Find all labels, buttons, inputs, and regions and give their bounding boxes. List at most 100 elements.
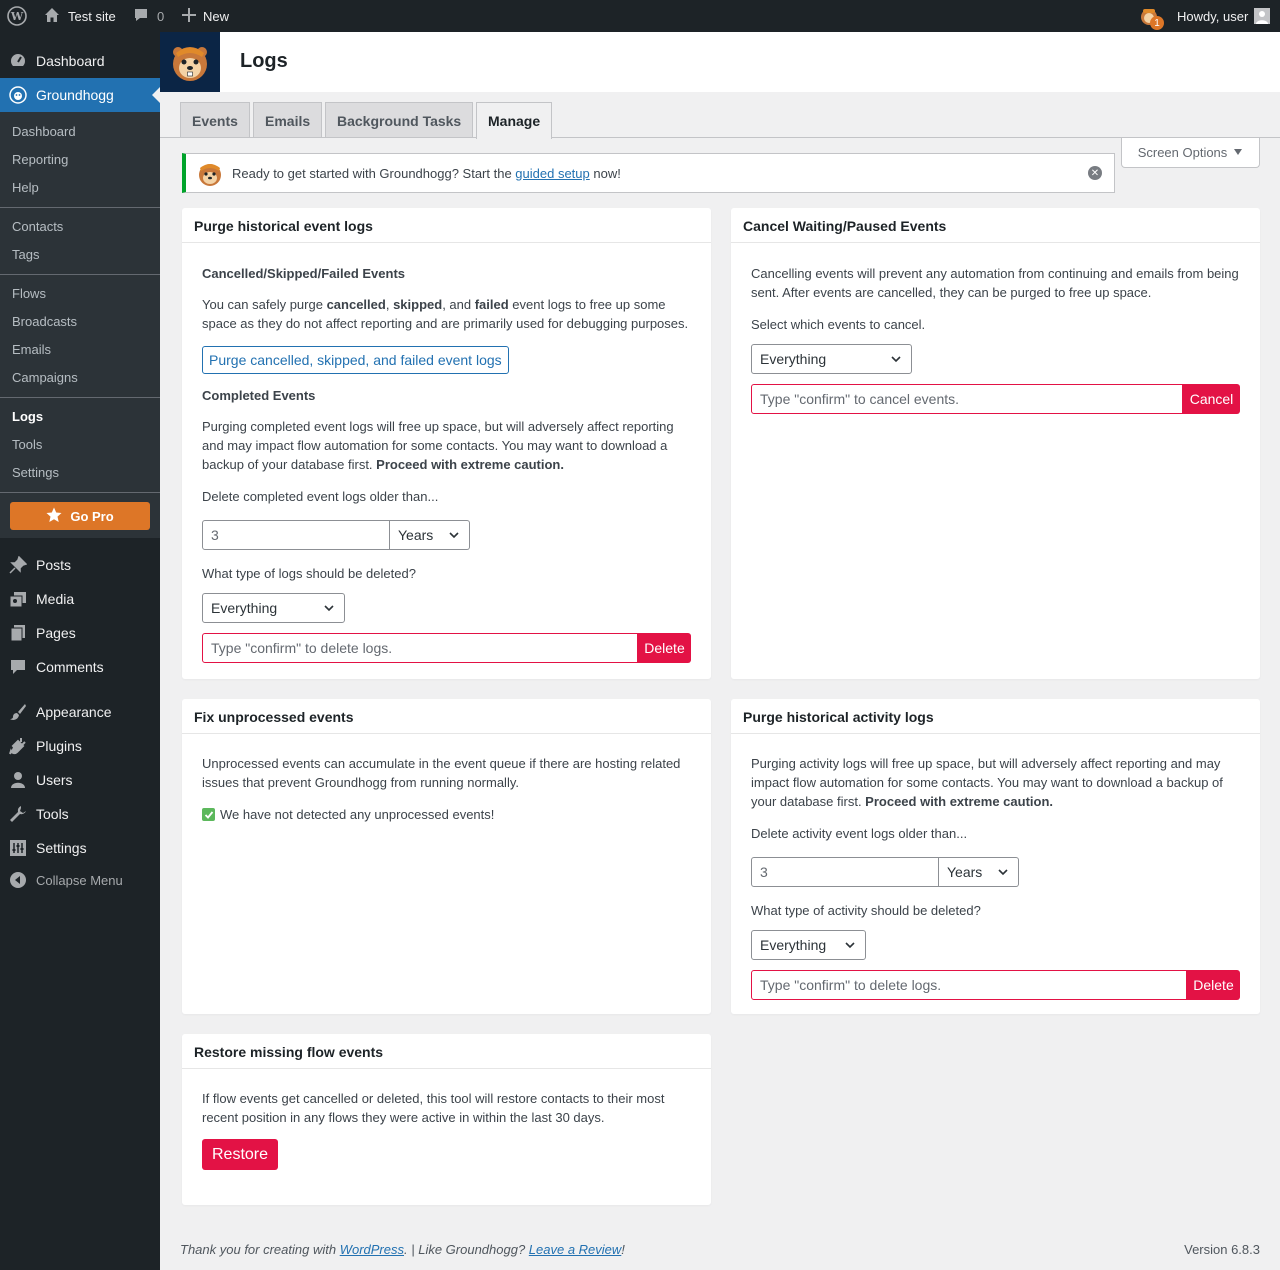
wordpress-link[interactable]: WordPress — [340, 1242, 404, 1257]
notice-text-before: Ready to get started with Groundhogg? St… — [232, 165, 516, 181]
pushpin-icon — [0, 556, 36, 574]
cancelled-events-description: You can safely purge cancelled, skipped,… — [202, 297, 689, 331]
tab-emails[interactable]: Emails — [253, 102, 323, 138]
notice-text: Ready to get started with Groundhogg? St… — [232, 166, 621, 181]
groundhogg-mascot-icon — [196, 159, 224, 187]
site-name: Test site — [68, 8, 116, 24]
panel-title: Fix unprocessed events — [194, 709, 354, 725]
dashboard-gauge-icon — [0, 52, 36, 70]
submenu-broadcasts[interactable]: Broadcasts — [12, 314, 77, 329]
submenu-contacts[interactable]: Contacts — [12, 219, 63, 234]
unprocessed-status-text: We have not detected any unprocessed eve… — [220, 807, 495, 822]
submenu-dashboard[interactable]: Dashboard — [12, 124, 76, 139]
menu-settings[interactable]: Settings — [0, 831, 160, 865]
tab-manage[interactable]: Manage — [476, 102, 553, 139]
leave-review-link[interactable]: Leave a Review — [529, 1242, 622, 1257]
age-number-input[interactable]: 3 — [202, 520, 390, 550]
check-mark-icon — [202, 808, 215, 821]
collapse-menu-button[interactable]: Collapse Menu — [0, 863, 160, 897]
submenu-tools[interactable]: Tools — [12, 437, 42, 452]
delete-button[interactable]: Delete — [638, 633, 691, 663]
submenu-flows[interactable]: Flows — [12, 286, 46, 301]
caret-down-icon — [1233, 145, 1243, 160]
unprocessed-description: Unprocessed events can accumulate in the… — [202, 756, 681, 790]
activity-type-label: What type of activity should be deleted? — [751, 903, 981, 918]
cancel-select-value: Everything — [760, 350, 827, 367]
screen-options-button[interactable]: Screen Options — [1121, 138, 1260, 168]
panel-title: Purge historical activity logs — [743, 709, 934, 725]
user-account-link[interactable]: Howdy, user — [1177, 0, 1271, 32]
screen-options-label: Screen Options — [1137, 145, 1228, 160]
log-type-select[interactable]: Everything — [202, 593, 345, 623]
submenu-campaigns[interactable]: Campaigns — [12, 370, 78, 385]
menu-posts[interactable]: Posts — [0, 548, 160, 582]
menu-comments-label: Comments — [36, 659, 104, 675]
chevron-down-icon — [889, 352, 903, 371]
cancel-events-select[interactable]: Everything — [751, 344, 912, 374]
menu-settings-label: Settings — [36, 840, 87, 856]
activity-age-unit-select[interactable]: Years — [939, 857, 1019, 887]
restore-flow-events-panel: Restore missing flow events If flow even… — [182, 1034, 711, 1205]
dismiss-notice-icon[interactable]: ✕ — [1088, 166, 1102, 180]
submenu-separator — [0, 207, 160, 208]
submenu-help[interactable]: Help — [12, 180, 39, 195]
menu-groundhogg[interactable]: Groundhogg — [0, 78, 160, 112]
submenu-separator — [0, 274, 160, 275]
menu-plugins[interactable]: Plugins — [0, 729, 160, 763]
menu-posts-label: Posts — [36, 557, 72, 573]
groundhogg-notifications[interactable]: 1 — [1139, 0, 1164, 32]
menu-appearance-label: Appearance — [36, 704, 112, 720]
paintbrush-icon — [0, 703, 36, 721]
log-type-label: What type of logs should be deleted? — [202, 566, 416, 581]
menu-dashboard[interactable]: Dashboard — [0, 44, 160, 78]
activity-type-select[interactable]: Everything — [751, 930, 866, 960]
go-pro-button[interactable]: Go Pro — [10, 502, 150, 530]
activity-age-input[interactable]: 3 — [751, 857, 939, 887]
submenu-reporting[interactable]: Reporting — [12, 152, 68, 167]
restore-button[interactable]: Restore — [202, 1139, 278, 1170]
submenu-logs[interactable]: Logs — [12, 409, 43, 424]
tab-background-tasks[interactable]: Background Tasks — [325, 102, 474, 138]
chevron-down-icon — [843, 938, 857, 957]
comments-link[interactable]: 0 — [133, 0, 164, 32]
menu-appearance[interactable]: Appearance — [0, 695, 160, 729]
menu-comments[interactable]: Comments — [0, 650, 160, 684]
site-name-link[interactable]: Test site — [44, 0, 116, 32]
submenu-settings[interactable]: Settings — [12, 465, 59, 480]
menu-users[interactable]: Users — [0, 763, 160, 797]
menu-tools[interactable]: Tools — [0, 797, 160, 831]
groundhogg-submenu: Dashboard Reporting Help Contacts Tags F… — [0, 112, 160, 538]
menu-pages[interactable]: Pages — [0, 616, 160, 650]
panel-divider — [731, 733, 1260, 734]
guided-setup-link[interactable]: guided setup — [515, 166, 589, 181]
submenu-emails[interactable]: Emails — [12, 342, 51, 357]
panel-divider — [731, 242, 1260, 243]
activity-confirm-input[interactable]: Type "confirm" to delete logs. — [751, 970, 1187, 1000]
older-than-label: Delete completed event logs older than..… — [202, 489, 439, 504]
delete-confirm-input[interactable]: Type "confirm" to delete logs. — [202, 633, 638, 663]
star-icon — [46, 507, 62, 526]
menu-tools-label: Tools — [36, 806, 69, 822]
menu-dashboard-label: Dashboard — [36, 53, 105, 69]
wordpress-logo-icon[interactable]: W — [7, 0, 27, 32]
go-pro-label: Go Pro — [70, 508, 114, 524]
menu-media[interactable]: Media — [0, 582, 160, 616]
cancel-confirm-input[interactable]: Type "confirm" to cancel events. — [751, 384, 1183, 414]
purge-cancelled-button[interactable]: Purge cancelled, skipped, and failed eve… — [202, 346, 509, 374]
age-unit-select[interactable]: Years — [390, 520, 470, 550]
activity-delete-button[interactable]: Delete — [1187, 970, 1240, 1000]
activity-older-label: Delete activity event logs older than... — [751, 826, 968, 841]
cancel-waiting-panel: Cancel Waiting/Paused Events Cancelling … — [731, 208, 1260, 679]
settings-sliders-icon — [0, 839, 36, 857]
cancel-events-button[interactable]: Cancel — [1183, 384, 1240, 414]
purge-event-logs-panel: Purge historical event logs Cancelled/Sk… — [182, 208, 711, 679]
activity-type-value: Everything — [760, 936, 827, 953]
new-content-link[interactable]: New — [182, 0, 229, 32]
submenu-tags[interactable]: Tags — [12, 247, 39, 262]
current-menu-arrow-icon — [152, 87, 160, 103]
tab-events[interactable]: Events — [180, 102, 250, 138]
plus-icon — [182, 7, 196, 25]
user-icon — [0, 771, 36, 789]
wrench-icon — [0, 805, 36, 823]
restore-description: If flow events get cancelled or deleted,… — [202, 1091, 665, 1125]
